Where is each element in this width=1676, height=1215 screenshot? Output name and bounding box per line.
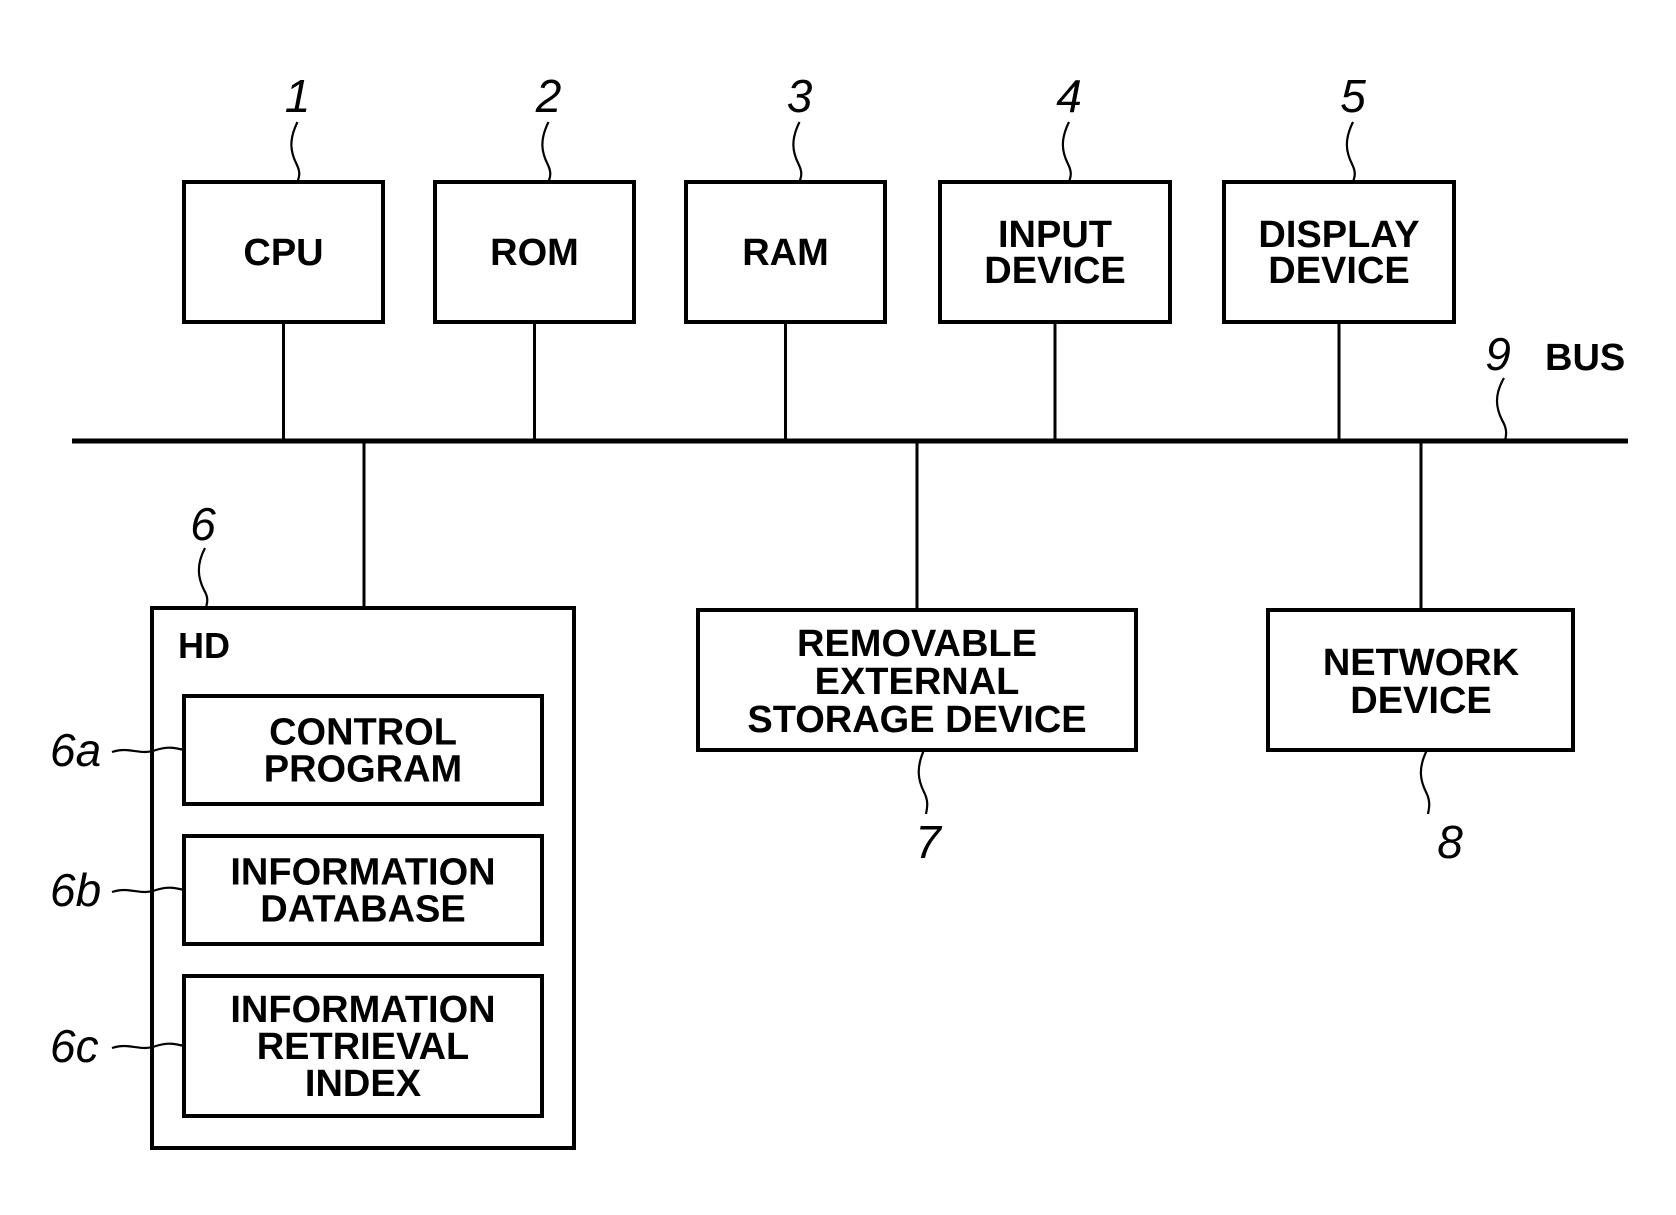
hd-item-label: DATABASE [260, 889, 465, 931]
system-block-diagram: 9 BUS CPU1ROM2RAM3INPUTDEVICE4DISPLAYDEV… [50, 70, 1628, 1150]
bus-ref: 9 [1485, 328, 1511, 380]
top-block: ROM 2 [433, 70, 636, 441]
removable-leader [917, 749, 929, 815]
hd-item: INFORMATIONRETRIEVALINDEX 6c [50, 974, 544, 1118]
block-label: ROM [490, 232, 579, 274]
bus-leader [1495, 377, 1508, 442]
hd-item: CONTROLPROGRAM 6a [50, 694, 544, 806]
removable-line-0: REMOVABLE [797, 623, 1037, 665]
block-leader [1345, 121, 1356, 183]
removable-storage-block: REMOVABLE EXTERNAL STORAGE DEVICE 7 [696, 441, 1138, 868]
top-block: RAM 3 [684, 70, 887, 441]
top-block: DISPLAYDEVICE5 [1222, 70, 1456, 441]
removable-line-1: EXTERNAL [815, 661, 1020, 703]
network-ref: 8 [1437, 816, 1463, 868]
block-label: RAM [742, 232, 829, 274]
bus-label: BUS [1545, 337, 1625, 379]
hd-block: HD 6 CONTROLPROGRAM6aINFORMATIONDATABASE… [50, 441, 576, 1150]
network-line-1: DEVICE [1350, 680, 1491, 722]
hd-item-label: RETRIEVAL [257, 1026, 470, 1068]
network-line-0: NETWORK [1323, 642, 1520, 684]
block-leader [541, 121, 552, 183]
block-leader [290, 121, 301, 183]
block-ref: 4 [1056, 70, 1082, 122]
hd-ref: 6 [190, 498, 216, 550]
hd-item-ref: 6c [50, 1020, 99, 1072]
hd-item-label: INDEX [305, 1063, 422, 1105]
block-label: DEVICE [984, 250, 1125, 292]
block-ref: 1 [285, 70, 311, 122]
hd-item-ref: 6a [50, 724, 101, 776]
removable-line-2: STORAGE DEVICE [747, 699, 1086, 741]
hd-item: INFORMATIONDATABASE 6b [50, 834, 544, 946]
hd-label: HD [178, 625, 230, 666]
block-leader [1061, 121, 1072, 183]
hd-leader [197, 547, 209, 609]
block-label: DEVICE [1268, 250, 1409, 292]
block-leader [792, 121, 803, 183]
hd-items: CONTROLPROGRAM6aINFORMATIONDATABASE6bINF… [50, 694, 544, 1118]
removable-ref: 7 [915, 816, 942, 868]
hd-item-label: CONTROL [269, 712, 457, 754]
hd-item-label: PROGRAM [264, 749, 462, 791]
block-ref: 3 [787, 70, 813, 122]
block-label: CPU [243, 232, 323, 274]
top-block: CPU 1 [182, 70, 385, 441]
network-device-block: NETWORK DEVICE 8 [1266, 441, 1575, 868]
block-ref: 2 [535, 70, 562, 122]
hd-item-ref: 6b [50, 864, 101, 916]
network-leader [1419, 749, 1431, 815]
block-ref: 5 [1340, 70, 1366, 122]
hd-item-label: INFORMATION [230, 852, 495, 894]
top-blocks: CPU1ROM2RAM3INPUTDEVICE4DISPLAYDEVICE5 [182, 70, 1456, 441]
hd-item-label: INFORMATION [230, 989, 495, 1031]
top-block: INPUTDEVICE4 [938, 70, 1172, 441]
